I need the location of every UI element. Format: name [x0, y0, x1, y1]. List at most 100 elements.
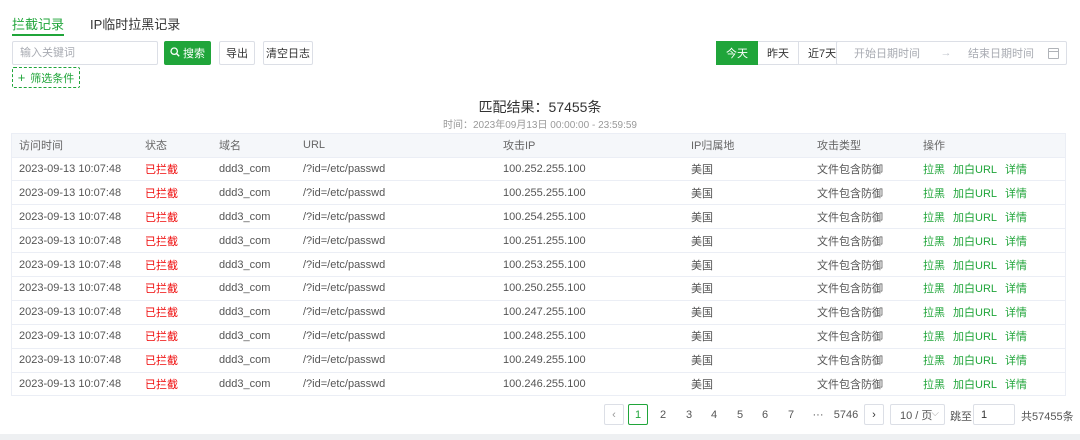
tab-bar: 拦截记录 IP临时拉黑记录: [12, 10, 206, 36]
next-page-button[interactable]: ›: [864, 404, 884, 425]
cell-url: /?id=/etc/passwd: [296, 348, 496, 373]
column-header-ip-location: IP归属地: [684, 134, 810, 158]
blacklist-link[interactable]: 拉黑: [923, 260, 945, 272]
cell-attack-ip: 100.255.255.100: [496, 180, 684, 206]
details-link[interactable]: 详情: [1005, 260, 1027, 272]
date-today-button[interactable]: 今天: [716, 41, 758, 65]
date-yesterday-button[interactable]: 昨天: [758, 41, 799, 65]
details-link[interactable]: 详情: [1005, 164, 1027, 176]
column-header-attack-ip: 攻击IP: [496, 134, 684, 158]
column-header-actions: 操作: [916, 134, 1065, 158]
cell-status: 已拦截: [138, 180, 212, 206]
page-last-button[interactable]: 5746: [832, 404, 860, 425]
cell-attack-ip: 100.247.255.100: [496, 300, 684, 325]
cell-access-time: 2023-09-13 10:07:48: [19, 378, 122, 391]
page-ellipsis-button[interactable]: ···: [808, 404, 828, 425]
table-row: 2023-09-13 10:07:48 已拦截 ddd3_com/?id=/etc/…: [12, 348, 1065, 373]
blacklist-link[interactable]: 拉黑: [923, 379, 945, 391]
export-button[interactable]: 导出: [219, 41, 255, 65]
cell-domain: ddd3_com: [212, 204, 296, 230]
end-datetime-field[interactable]: 结束日期时间: [955, 45, 1047, 61]
details-link[interactable]: 详情: [1005, 331, 1027, 343]
cell-domain: ddd3_com: [212, 324, 296, 349]
details-link[interactable]: 详情: [1005, 307, 1027, 319]
blacklist-link[interactable]: 拉黑: [923, 283, 945, 295]
blacklist-link[interactable]: 拉黑: [923, 212, 945, 224]
whitelist-url-link[interactable]: 加白URL: [953, 307, 997, 319]
search-icon: [170, 46, 180, 60]
whitelist-url-link[interactable]: 加白URL: [953, 331, 997, 343]
clear-log-button[interactable]: 清空日志: [263, 41, 313, 65]
whitelist-url-link[interactable]: 加白URL: [953, 236, 997, 248]
blacklist-link[interactable]: 拉黑: [923, 188, 945, 200]
blacklist-link[interactable]: 拉黑: [923, 331, 945, 343]
page-3-button[interactable]: 3: [679, 404, 699, 425]
cell-attack-type: 文件包含防御: [810, 348, 916, 373]
tab-ip-temp-blacklist[interactable]: IP临时拉黑记录: [90, 10, 180, 36]
calendar-icon: [1048, 48, 1059, 59]
cell-attack-ip: 100.254.255.100: [496, 204, 684, 230]
start-datetime-field[interactable]: 开始日期时间: [837, 45, 937, 61]
cell-attack-type: 文件包含防御: [810, 252, 916, 277]
date-range-picker[interactable]: 开始日期时间 → 结束日期时间: [836, 41, 1067, 65]
whitelist-url-link[interactable]: 加白URL: [953, 283, 997, 295]
search-input[interactable]: [12, 41, 158, 65]
details-link[interactable]: 详情: [1005, 355, 1027, 367]
cell-status: 已拦截: [138, 228, 212, 254]
whitelist-url-link[interactable]: 加白URL: [953, 164, 997, 176]
chevron-down-icon: ⌵: [931, 408, 939, 419]
blacklist-link[interactable]: 拉黑: [923, 355, 945, 367]
details-link[interactable]: 详情: [1005, 188, 1027, 200]
cell-attack-type: 文件包含防御: [810, 324, 916, 349]
blacklist-link[interactable]: 拉黑: [923, 236, 945, 248]
table-row: 2023-09-13 10:07:48 已拦截 ddd3_com/?id=/etc/…: [12, 157, 1065, 182]
table-row: 2023-09-13 10:07:48 已拦截 ddd3_com/?id=/etc/…: [12, 180, 1065, 206]
details-link[interactable]: 详情: [1005, 236, 1027, 248]
cell-ip-location: 美国: [684, 228, 810, 254]
page-size-select[interactable]: 10 / 页 ⌵: [890, 404, 945, 425]
details-link[interactable]: 详情: [1005, 283, 1027, 295]
cell-status: 已拦截: [138, 276, 212, 301]
whitelist-url-link[interactable]: 加白URL: [953, 260, 997, 272]
page-5-button[interactable]: 5: [730, 404, 750, 425]
search-button[interactable]: 搜索: [164, 41, 211, 65]
tab-intercept-records[interactable]: 拦截记录: [12, 10, 65, 36]
details-link[interactable]: 详情: [1005, 212, 1027, 224]
cell-status: 已拦截: [138, 157, 212, 182]
cell-domain: ddd3_com: [212, 276, 296, 301]
cell-actions: 拉黑 加白URL 详情: [916, 348, 1065, 373]
cell-attack-ip: 100.250.255.100: [496, 276, 684, 301]
blacklist-link[interactable]: 拉黑: [923, 164, 945, 176]
cell-attack-type: 文件包含防御: [810, 204, 916, 230]
cell-url: /?id=/etc/passwd: [296, 157, 496, 182]
cell-url: /?id=/etc/passwd: [296, 204, 496, 230]
column-header-domain: 域名: [212, 134, 296, 158]
whitelist-url-link[interactable]: 加白URL: [953, 188, 997, 200]
details-link[interactable]: 详情: [1005, 379, 1027, 391]
whitelist-url-link[interactable]: 加白URL: [953, 355, 997, 367]
prev-page-button[interactable]: ‹: [604, 404, 624, 425]
page-6-button[interactable]: 6: [755, 404, 775, 425]
date-quick-filter: 今天 昨天 近7天: [716, 41, 847, 65]
page-7-button[interactable]: 7: [781, 404, 801, 425]
cell-attack-type: 文件包含防御: [810, 276, 916, 301]
table-row: 2023-09-13 10:07:48 已拦截 ddd3_com/?id=/etc/…: [12, 252, 1065, 277]
cell-domain: ddd3_com: [212, 300, 296, 325]
page-4-button[interactable]: 4: [704, 404, 724, 425]
page-2-button[interactable]: 2: [653, 404, 673, 425]
page-size-value: 10 / 页: [900, 409, 933, 422]
cell-url: /?id=/etc/passwd: [296, 300, 496, 325]
page-1-button[interactable]: 1: [628, 404, 648, 425]
cell-domain: ddd3_com: [212, 180, 296, 206]
cell-attack-type: 文件包含防御: [810, 228, 916, 254]
whitelist-url-link[interactable]: 加白URL: [953, 379, 997, 391]
filter-conditions-label: 筛选条件: [30, 72, 75, 85]
cell-access-time: 2023-09-13 10:07:48: [12, 204, 138, 230]
table-header-row: 访问时间 状态 域名 URL 攻击IP IP归属地 攻击类型 操作: [12, 134, 1065, 158]
filter-conditions-button[interactable]: + 筛选条件: [12, 67, 80, 88]
cell-attack-ip: 100.252.255.100: [496, 157, 684, 182]
cell-access-time: 2023-09-13 10:07:48: [12, 300, 138, 325]
blacklist-link[interactable]: 拉黑: [923, 307, 945, 319]
whitelist-url-link[interactable]: 加白URL: [953, 212, 997, 224]
goto-page-input[interactable]: [973, 404, 1015, 425]
